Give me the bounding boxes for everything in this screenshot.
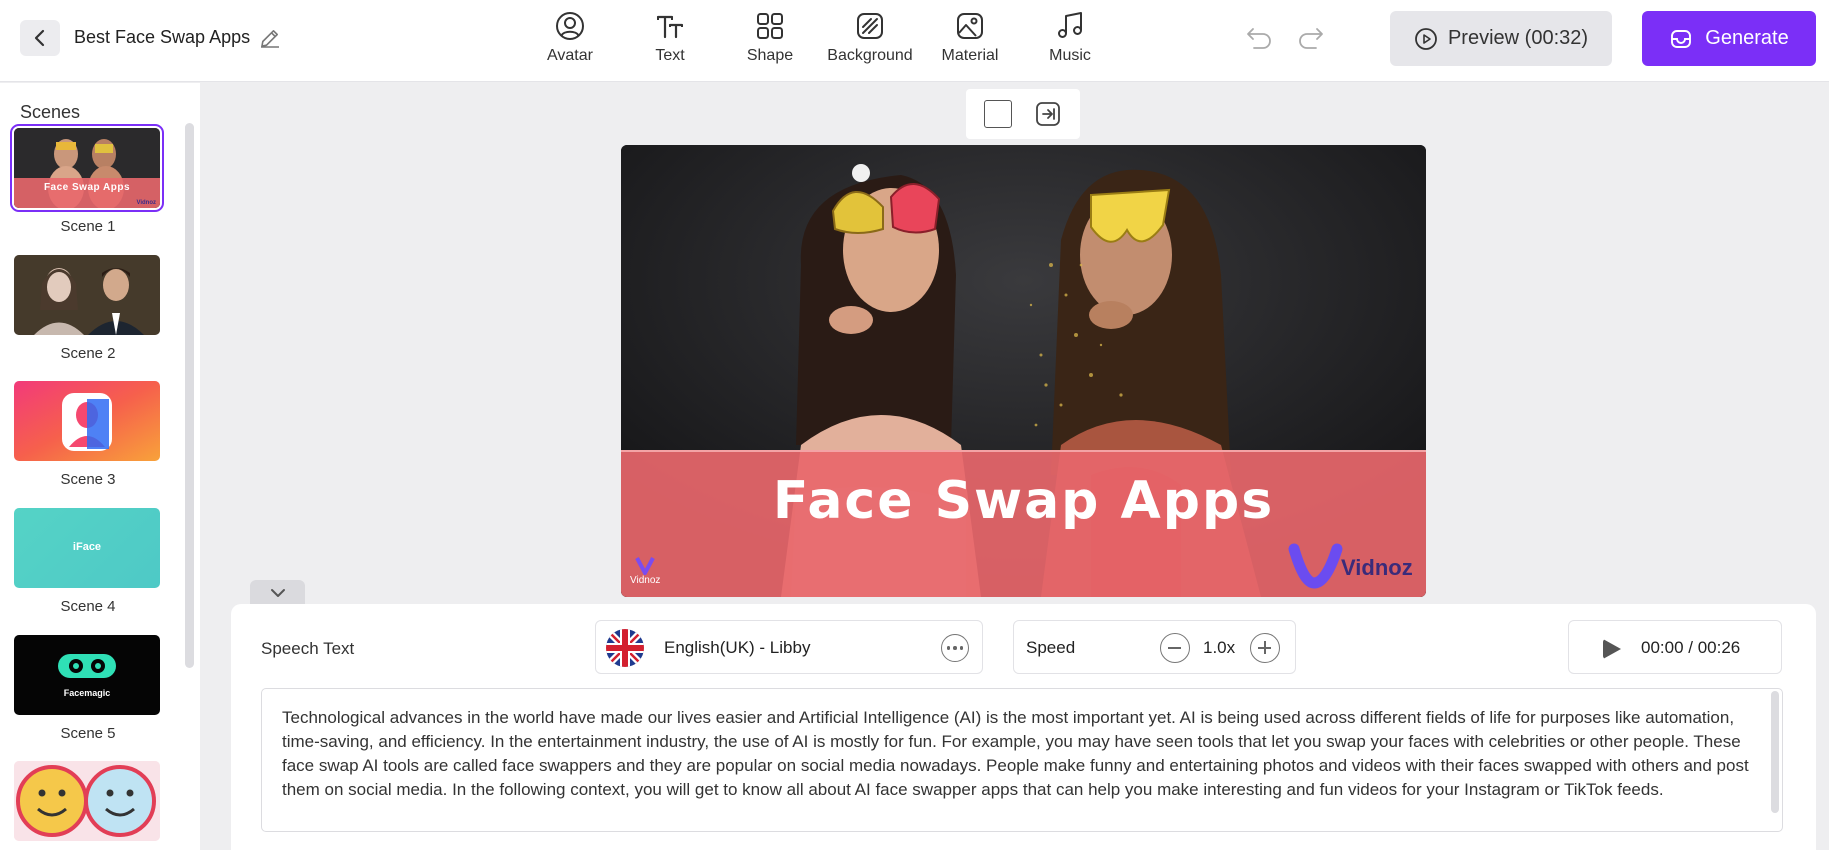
scene-thumbnail-art [14,128,160,208]
tool-music-label: Music [1049,47,1091,64]
video-headline: Face Swap Apps [772,471,1275,531]
music-icon [1058,12,1082,38]
background-icon [857,13,883,39]
scene-item-2[interactable]: Scene 2 [14,255,162,362]
tool-text[interactable]: Text [620,8,720,68]
speed-control: Speed 1.0x [1013,620,1296,674]
speed-label: Speed [1026,638,1076,657]
undo-icon[interactable] [1244,24,1274,52]
tool-background[interactable]: Background [820,8,920,68]
audio-time: 00:00 / 00:26 [1641,638,1741,657]
speed-increase-button[interactable] [1250,633,1280,663]
avatar-icon [556,12,584,40]
toolbar: Avatar Text Shape Background Material Mu… [520,8,1120,68]
generate-label: Generate [1705,27,1789,49]
scene-label: Scene 1 [60,218,116,235]
generate-icon [1671,29,1692,48]
scenes-sidebar: Scenes Face Swap Apps Vidnoz Scene 1 Sce… [0,83,200,850]
speech-text-scrollbar[interactable] [1771,691,1779,813]
speed-value: 1.0x [1203,638,1236,657]
scene-label: Scene 4 [60,598,116,615]
top-bar: Best Face Swap Apps Avatar Text Shape Ba… [0,0,1829,82]
speech-text-content: Technological advances in the world have… [282,708,1749,799]
shape-icon [757,13,783,39]
video-preview-canvas[interactable]: Face Swap Apps Vidnoz Vidnoz [621,145,1426,597]
text-icon [656,15,684,39]
tool-background-label: Background [827,47,913,64]
back-button[interactable] [20,20,60,56]
speech-panel: Speech Text English(UK) - Libby Speed 1.… [231,604,1816,850]
scene-thumbnail-logo: Vidnoz [136,200,156,206]
scene-thumbnail-title: Face Swap Apps [43,182,131,193]
tool-material-label: Material [941,47,999,64]
tool-text-label: Text [655,47,685,64]
facemagic-logo [58,654,116,678]
scene-thumbnail: iFace [14,508,160,588]
scene-thumbnail [14,381,160,461]
generate-button[interactable]: Generate [1642,11,1816,66]
play-circle-icon [1415,27,1437,50]
scene-thumbnail-art [14,381,160,461]
collapse-panel-button[interactable] [250,580,305,606]
scene-item-3[interactable]: Scene 3 [14,381,162,488]
scene-item-4[interactable]: iFace Scene 4 [14,508,162,615]
scene-label: Scene 3 [60,471,116,488]
tool-avatar-label: Avatar [547,47,593,64]
speed-decrease-button[interactable] [1160,633,1190,663]
voice-name: English(UK) - Libby [664,638,811,657]
project-title: Best Face Swap Apps [74,27,251,47]
scene-thumbnail [14,761,160,841]
speech-text-label: Speech Text [261,639,355,658]
chevron-left-icon [34,29,45,47]
scene-label: Scene 2 [60,345,116,362]
scene-item-6[interactable] [14,761,162,841]
fit-to-screen-icon[interactable] [1034,100,1062,128]
speech-textarea[interactable]: Technological advances in the world have… [261,688,1783,832]
tool-shape[interactable]: Shape [720,8,820,68]
scene-item-1[interactable]: Face Swap Apps Vidnoz Scene 1 [10,124,164,235]
canvas-toolbar [966,89,1080,139]
aspect-ratio-icon[interactable] [984,100,1012,128]
scenes-title: Scenes [20,102,81,122]
preview-button[interactable]: Preview (00:32) [1390,11,1612,66]
scene-item-5[interactable]: Facemagic Scene 5 [14,635,162,742]
sidebar-scrollbar[interactable] [185,123,194,668]
emoji-swap-art [14,761,160,841]
preview-label: Preview (00:32) [1447,27,1589,49]
watermark-small: Vidnoz [630,575,661,586]
scene-thumbnail: Facemagic [14,635,160,715]
tool-music[interactable]: Music [1020,8,1120,68]
audio-play-button[interactable]: 00:00 / 00:26 [1568,620,1782,674]
redo-icon[interactable] [1296,24,1326,52]
watermark-logo: Vidnoz [1341,555,1413,580]
chevron-down-icon [270,589,285,597]
scene-thumbnail-title: Facemagic [63,688,111,698]
tool-shape-label: Shape [746,47,794,64]
scene-thumbnail: Face Swap Apps Vidnoz [10,124,164,212]
tool-avatar[interactable]: Avatar [520,8,620,68]
material-icon [957,13,983,39]
edit-pencil-icon[interactable] [258,26,282,50]
more-options-icon[interactable] [941,634,969,662]
play-icon [1603,639,1621,659]
scene-thumbnail [14,255,160,335]
scene-thumbnail-art [14,255,160,335]
tool-material[interactable]: Material [920,8,1020,68]
voice-selector[interactable]: English(UK) - Libby [595,620,983,674]
scene-label: Scene 5 [60,725,116,742]
uk-flag-icon [606,629,644,667]
scene-thumbnail-title: iFace [72,541,102,553]
